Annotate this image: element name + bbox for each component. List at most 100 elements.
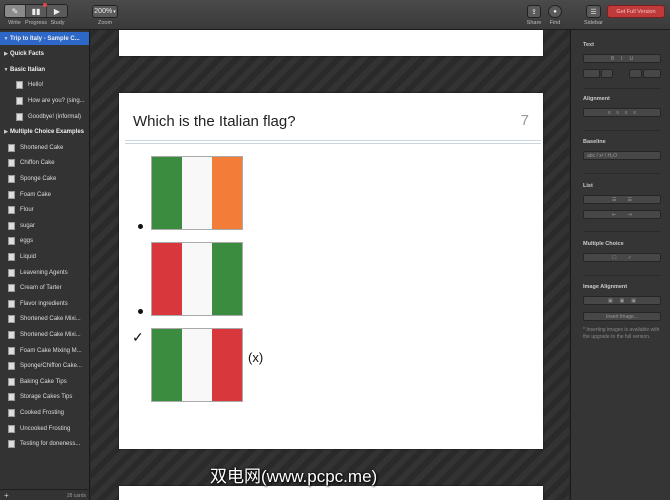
question-title[interactable]: Which is the Italian flag? bbox=[133, 113, 296, 130]
find-button[interactable]: ● bbox=[548, 5, 562, 18]
sidebar-card-item[interactable]: eggs bbox=[0, 235, 89, 248]
sidebar-card-item[interactable]: Shortened Cake bbox=[0, 141, 89, 154]
sidebar-card-item[interactable]: Foam Cake bbox=[0, 188, 89, 201]
card-icon bbox=[8, 377, 15, 386]
sidebar-item-label: Liquid bbox=[20, 253, 37, 260]
card-icon bbox=[8, 143, 15, 152]
sidebar-item-label: Testing for doneness... bbox=[20, 441, 81, 448]
sidebar-card-item[interactable]: Storage Cakes Tips bbox=[0, 391, 89, 404]
divider bbox=[125, 140, 541, 141]
sidebar-group[interactable]: ▼ Basic Italian bbox=[0, 63, 89, 76]
zoom-dropdown[interactable]: 200% ▾ bbox=[92, 5, 118, 18]
sidebar-item-label: Storage Cakes Tips bbox=[20, 394, 73, 401]
separator bbox=[583, 275, 661, 276]
card-icon bbox=[8, 440, 15, 449]
disclosure-open-icon[interactable]: ▼ bbox=[2, 36, 10, 42]
find-label: Find bbox=[549, 20, 561, 26]
text-color-field[interactable] bbox=[629, 69, 642, 78]
multiple-choice-section-label: Multiple Choice bbox=[583, 241, 624, 247]
sidebar-group[interactable]: ▶ Multiple Choice Examples bbox=[0, 126, 89, 139]
text-size-down[interactable] bbox=[583, 69, 600, 78]
choice-flag-3[interactable] bbox=[151, 328, 243, 402]
sidebar-card-item[interactable]: sugar bbox=[0, 219, 89, 232]
flag-stripe bbox=[182, 329, 212, 401]
sidebar-item-label: Quick Facts bbox=[10, 51, 45, 58]
sidebar-card-item[interactable]: Sponge/Chiffon Cake... bbox=[0, 360, 89, 373]
disclosure-closed-icon[interactable]: ▶ bbox=[2, 51, 10, 57]
image-alignment-control[interactable]: ▣ ▣ ▣ bbox=[583, 296, 661, 305]
write-mode-button[interactable]: ✎ bbox=[5, 5, 26, 17]
sidebar-card-item[interactable]: Baking Cake Tips bbox=[0, 375, 89, 388]
share-button[interactable]: ⇪ bbox=[527, 5, 541, 18]
text-size-field[interactable] bbox=[601, 69, 613, 78]
sidebar-card-item[interactable]: Shortened Cake Mixi... bbox=[0, 328, 89, 341]
text-section-label: Text bbox=[583, 42, 594, 48]
inspector-panel: Text B I U Alignment ≡ ≡ ≡ ≡ Baseline ab… bbox=[570, 30, 670, 500]
sidebar-card-item[interactable]: Leavening Agents bbox=[0, 266, 89, 279]
card-list-sidebar: ▼ Trip to Italy - Sample C... ▶ Quick Facts… bbox=[0, 30, 90, 500]
get-full-version-button[interactable]: Get Full Version bbox=[607, 5, 665, 18]
sidebar-card-item[interactable]: Foam Cake Mixing M... bbox=[0, 344, 89, 357]
sidebar-card-item[interactable]: Flavor ingredients bbox=[0, 297, 89, 310]
correct-check-icon: ✓ bbox=[132, 329, 144, 345]
insert-image-button[interactable]: Insert Image... bbox=[583, 312, 661, 321]
sidebar-card-item[interactable]: Uncooked Frosting bbox=[0, 422, 89, 435]
flag-stripe bbox=[212, 329, 242, 401]
sidebar-group[interactable]: ▼ Trip to Italy - Sample C... bbox=[0, 32, 89, 45]
answer-marker: (x) bbox=[248, 350, 264, 365]
card-page[interactable]: Which is the Italian flag? 7 ✓ (x) bbox=[119, 93, 543, 449]
divider bbox=[125, 143, 541, 144]
play-icon: ▶ bbox=[53, 6, 61, 16]
sidebar-toggle-button[interactable]: ☰ bbox=[586, 5, 601, 18]
zoom-label: Zoom bbox=[97, 20, 113, 26]
indent-control[interactable]: ⇤ ⇥ bbox=[583, 210, 661, 219]
card-icon bbox=[8, 252, 15, 261]
card-icon bbox=[8, 315, 15, 324]
flag-stripe bbox=[212, 243, 242, 315]
card-icon bbox=[8, 362, 15, 371]
baseline-select[interactable]: abc / x² / H₂O bbox=[583, 151, 661, 160]
sidebar-card-item[interactable]: Hello! bbox=[0, 79, 89, 92]
sidebar-card-item[interactable]: Shortened Cake Mixi... bbox=[0, 313, 89, 326]
choice-bullet bbox=[138, 224, 143, 229]
list-style-control[interactable]: ☰ ☰ bbox=[583, 195, 661, 204]
text-style-control[interactable]: B I U bbox=[583, 54, 661, 63]
multiple-choice-control[interactable]: ☐ ✓ bbox=[583, 253, 661, 262]
toolbar: ✎ ▮▮ ▶ Write Progress Study 200% ▾ Zoom … bbox=[0, 0, 670, 30]
text-color-button[interactable] bbox=[643, 69, 661, 78]
disclosure-open-icon[interactable]: ▼ bbox=[2, 67, 10, 73]
alignment-control[interactable]: ≡ ≡ ≡ ≡ bbox=[583, 108, 661, 117]
app-window: ✎ ▮▮ ▶ Write Progress Study 200% ▾ Zoom … bbox=[0, 0, 670, 500]
sidebar-item-label: Flour bbox=[20, 207, 34, 214]
choice-flag-1[interactable] bbox=[151, 156, 243, 230]
sidebar-card-item[interactable]: How are you? (sing... bbox=[0, 94, 89, 107]
card-number: 7 bbox=[520, 112, 529, 129]
sidebar-group[interactable]: ▶ Quick Facts bbox=[0, 48, 89, 61]
sidebar-item-label: Trip to Italy - Sample C... bbox=[10, 35, 80, 42]
card-icon bbox=[8, 237, 15, 246]
card-icon bbox=[8, 174, 15, 183]
choice-flag-2[interactable] bbox=[151, 242, 243, 316]
sidebar-item-label: Shortened Cake Mixi... bbox=[20, 331, 81, 338]
sidebar-item-label: How are you? (sing... bbox=[28, 97, 85, 104]
share-label: Share bbox=[526, 20, 542, 26]
sidebar-card-item[interactable]: Testing for doneness... bbox=[0, 438, 89, 451]
add-card-button[interactable]: + bbox=[4, 491, 9, 500]
card-icon bbox=[8, 424, 15, 433]
study-mode-button[interactable]: ▶ bbox=[47, 5, 67, 17]
sidebar-card-item[interactable]: Cream of Tarter bbox=[0, 282, 89, 295]
study-label: Study bbox=[50, 20, 65, 26]
flag-stripe bbox=[212, 157, 242, 229]
sidebar-card-item[interactable]: Liquid bbox=[0, 250, 89, 263]
bar-chart-icon: ▮▮ bbox=[31, 6, 41, 16]
disclosure-closed-icon[interactable]: ▶ bbox=[2, 129, 10, 135]
notification-dot bbox=[43, 3, 47, 7]
sidebar-card-item[interactable]: Cooked Frosting bbox=[0, 406, 89, 419]
sidebar-card-item[interactable]: Chiffon Cake bbox=[0, 157, 89, 170]
sidebar-card-item[interactable]: Flour bbox=[0, 204, 89, 217]
sidebar-card-item[interactable]: Sponge Cake bbox=[0, 172, 89, 185]
next-card bbox=[119, 486, 543, 500]
sidebar-item-label: Goodbye! (informal) bbox=[28, 113, 82, 120]
sidebar-card-item[interactable]: Goodbye! (informal) bbox=[0, 110, 89, 123]
flag-stripe bbox=[152, 157, 182, 229]
